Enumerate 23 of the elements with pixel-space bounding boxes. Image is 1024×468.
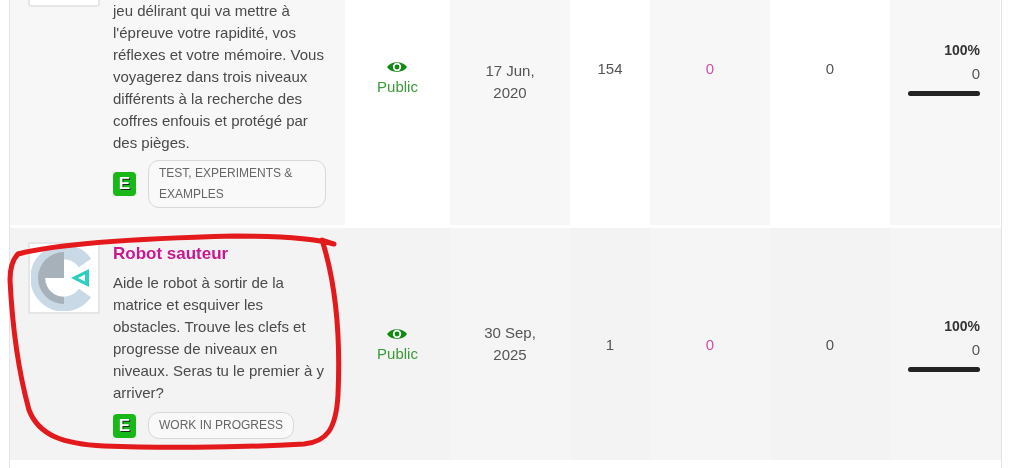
project-title[interactable]: Robot sauteur bbox=[113, 242, 326, 266]
count-text: 1 bbox=[605, 335, 615, 353]
eye-icon bbox=[386, 60, 409, 74]
project-description: jeu délirant qui va mettre à l'épreuve votre rapidité, vos réflexes et votre mémoire. Vous voyagerez dans trois niveaux différents à la recherche des coffres enfouis et protégé par des pièges. bbox=[113, 1, 325, 153]
visibility-label: Public bbox=[377, 344, 418, 362]
date-text: 30 Sep, 2025 bbox=[483, 323, 537, 365]
count-text: 0 bbox=[825, 335, 835, 353]
visibility-label: Public bbox=[377, 78, 418, 95]
count-text: 0 bbox=[825, 60, 835, 77]
count-text: 0 bbox=[971, 340, 980, 360]
count-text: 0 bbox=[971, 64, 980, 84]
date-text: 17 Jun, 2020 bbox=[484, 61, 536, 103]
percent-text: 100% bbox=[944, 41, 980, 60]
level-badge: E bbox=[113, 172, 136, 196]
eye-icon bbox=[386, 326, 409, 341]
count-text: 0 bbox=[705, 60, 715, 77]
project-description: Aide le robot à sortir de la matrice et esquiver les obstacles. Trouve les clefs et progresse de niveaux en niveaux. Seras tu le premier à y arriver? bbox=[113, 273, 325, 403]
count-text: 0 bbox=[705, 335, 715, 353]
count-text: 154 bbox=[597, 60, 623, 77]
category-tag: WORK IN PROGRESS bbox=[148, 412, 294, 439]
level-badge: E bbox=[113, 413, 136, 438]
category-tag: TEST, EXPERIMENTS & EXAMPLES bbox=[148, 160, 326, 208]
percent-text: 100% bbox=[944, 317, 980, 336]
